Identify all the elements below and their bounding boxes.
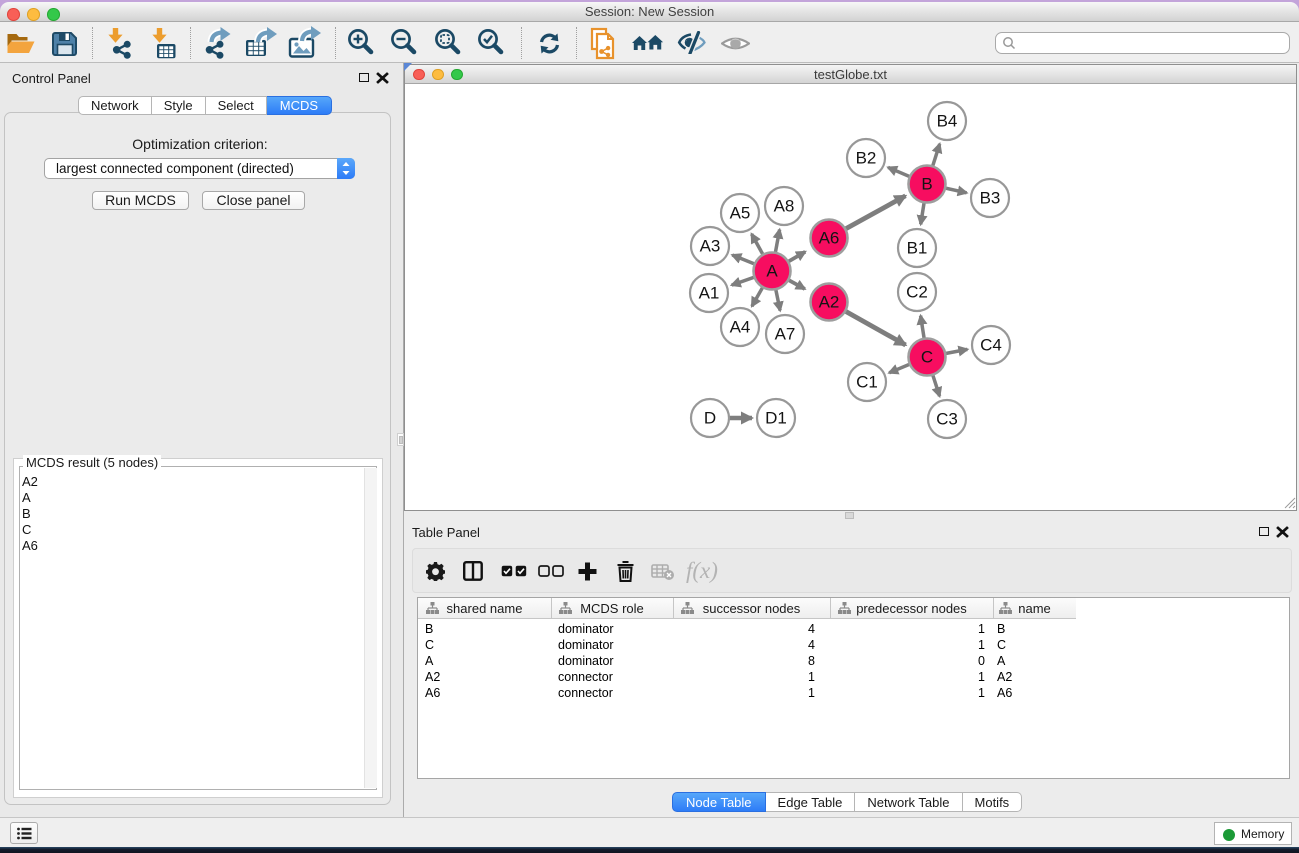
svg-text:A4: A4 xyxy=(730,318,751,337)
svg-text:A: A xyxy=(766,262,778,281)
svg-text:C: C xyxy=(921,348,933,367)
svg-text:A6: A6 xyxy=(819,229,840,248)
svg-text:B2: B2 xyxy=(856,149,877,168)
svg-text:B: B xyxy=(921,175,932,194)
svg-text:B1: B1 xyxy=(907,239,928,258)
svg-text:C3: C3 xyxy=(936,410,958,429)
svg-text:A5: A5 xyxy=(730,204,751,223)
svg-text:C2: C2 xyxy=(906,283,928,302)
svg-text:C4: C4 xyxy=(980,336,1002,355)
svg-text:B4: B4 xyxy=(937,112,958,131)
svg-text:A7: A7 xyxy=(775,325,796,344)
svg-text:B3: B3 xyxy=(980,189,1001,208)
svg-text:C1: C1 xyxy=(856,373,878,392)
svg-text:D1: D1 xyxy=(765,409,787,428)
svg-text:A3: A3 xyxy=(700,237,721,256)
svg-text:A1: A1 xyxy=(699,284,720,303)
svg-text:A2: A2 xyxy=(819,293,840,312)
svg-text:D: D xyxy=(704,409,716,428)
svg-text:A8: A8 xyxy=(774,197,795,216)
